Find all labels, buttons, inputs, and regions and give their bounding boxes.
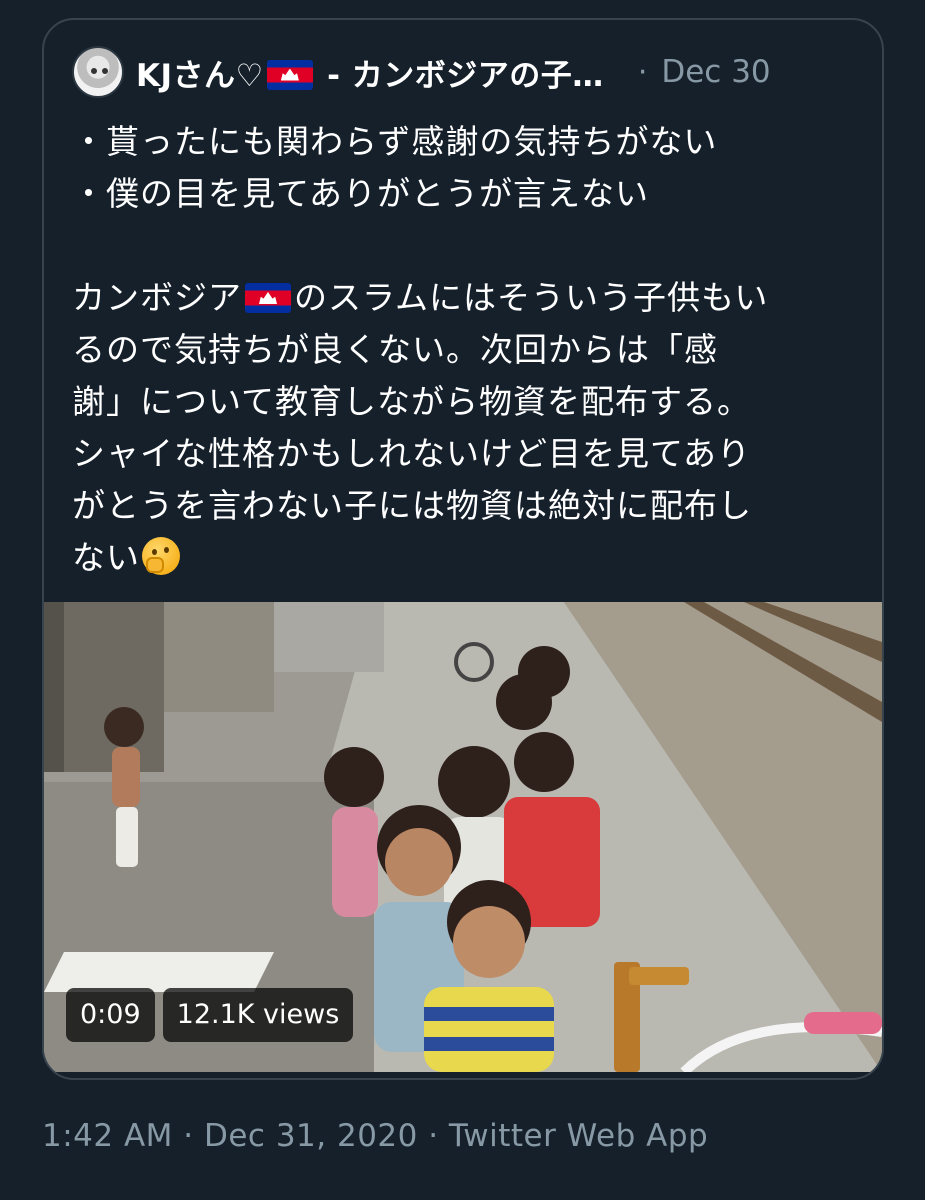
tweet-line: ない: [72, 532, 862, 584]
video-view-count: 12.1K views: [162, 988, 354, 1042]
video-player[interactable]: 0:09 12.1K views: [44, 602, 882, 1072]
tweet-body: ・貰ったにも関わらず感謝の気持ちがない ・僕の目を見てありがとうが言えない カン…: [72, 116, 862, 584]
tweet-text-segment: ない: [72, 538, 140, 577]
quoted-tweet-card[interactable]: KJさん♡ - カンボジアの子… · Dec 30 ・貰ったにも関わらず感謝の気…: [42, 18, 884, 1080]
cambodia-flag-icon: [245, 283, 291, 313]
quoted-tweet-header: KJさん♡ - カンボジアの子… · Dec 30: [72, 44, 854, 100]
user-avatar[interactable]: [72, 46, 124, 98]
tweet-line: ・僕の目を見てありがとうが言えない: [72, 174, 650, 213]
tweet-line: シャイな性格かもしれないけど目を見てあり: [72, 434, 752, 473]
thinking-face-icon: [142, 537, 180, 575]
display-name-suffix: - カンボジアの子…: [315, 57, 604, 94]
tweet-line: がとうを言わない子には物資は絶対に配布し: [72, 486, 752, 525]
video-stats: 0:09 12.1K views: [66, 988, 354, 1042]
tweet-timestamp-source[interactable]: 1:42 AM · Dec 31, 2020 · Twitter Web App: [42, 1118, 708, 1154]
tweet-detail-page: KJさん♡ - カンボジアの子… · Dec 30 ・貰ったにも関わらず感謝の気…: [0, 0, 925, 1200]
tweet-line: 謝」について教育しながら物資を配布する。: [72, 382, 752, 421]
tweet-date[interactable]: Dec 30: [661, 54, 770, 90]
paragraph-break: [72, 220, 862, 272]
tweet-line: カンボジア のスラムにはそういう子供もい: [72, 272, 862, 324]
header-separator: ·: [637, 54, 648, 90]
tweet-line: るので気持ちが良くない。次回からは「感: [72, 330, 718, 369]
avatar-eye: [91, 68, 97, 74]
cambodia-flag-icon: [266, 59, 313, 90]
tweet-text-segment: カンボジア: [72, 278, 242, 317]
tweet-text-segment: のスラムにはそういう子供もい: [294, 278, 769, 317]
display-name[interactable]: KJさん♡ - カンボジアの子…: [136, 50, 604, 95]
display-name-text: KJさん♡: [136, 57, 264, 94]
tweet-line: ・貰ったにも関わらず感謝の気持ちがない: [72, 122, 718, 161]
video-duration: 0:09: [66, 988, 155, 1042]
avatar-eye: [102, 68, 108, 74]
